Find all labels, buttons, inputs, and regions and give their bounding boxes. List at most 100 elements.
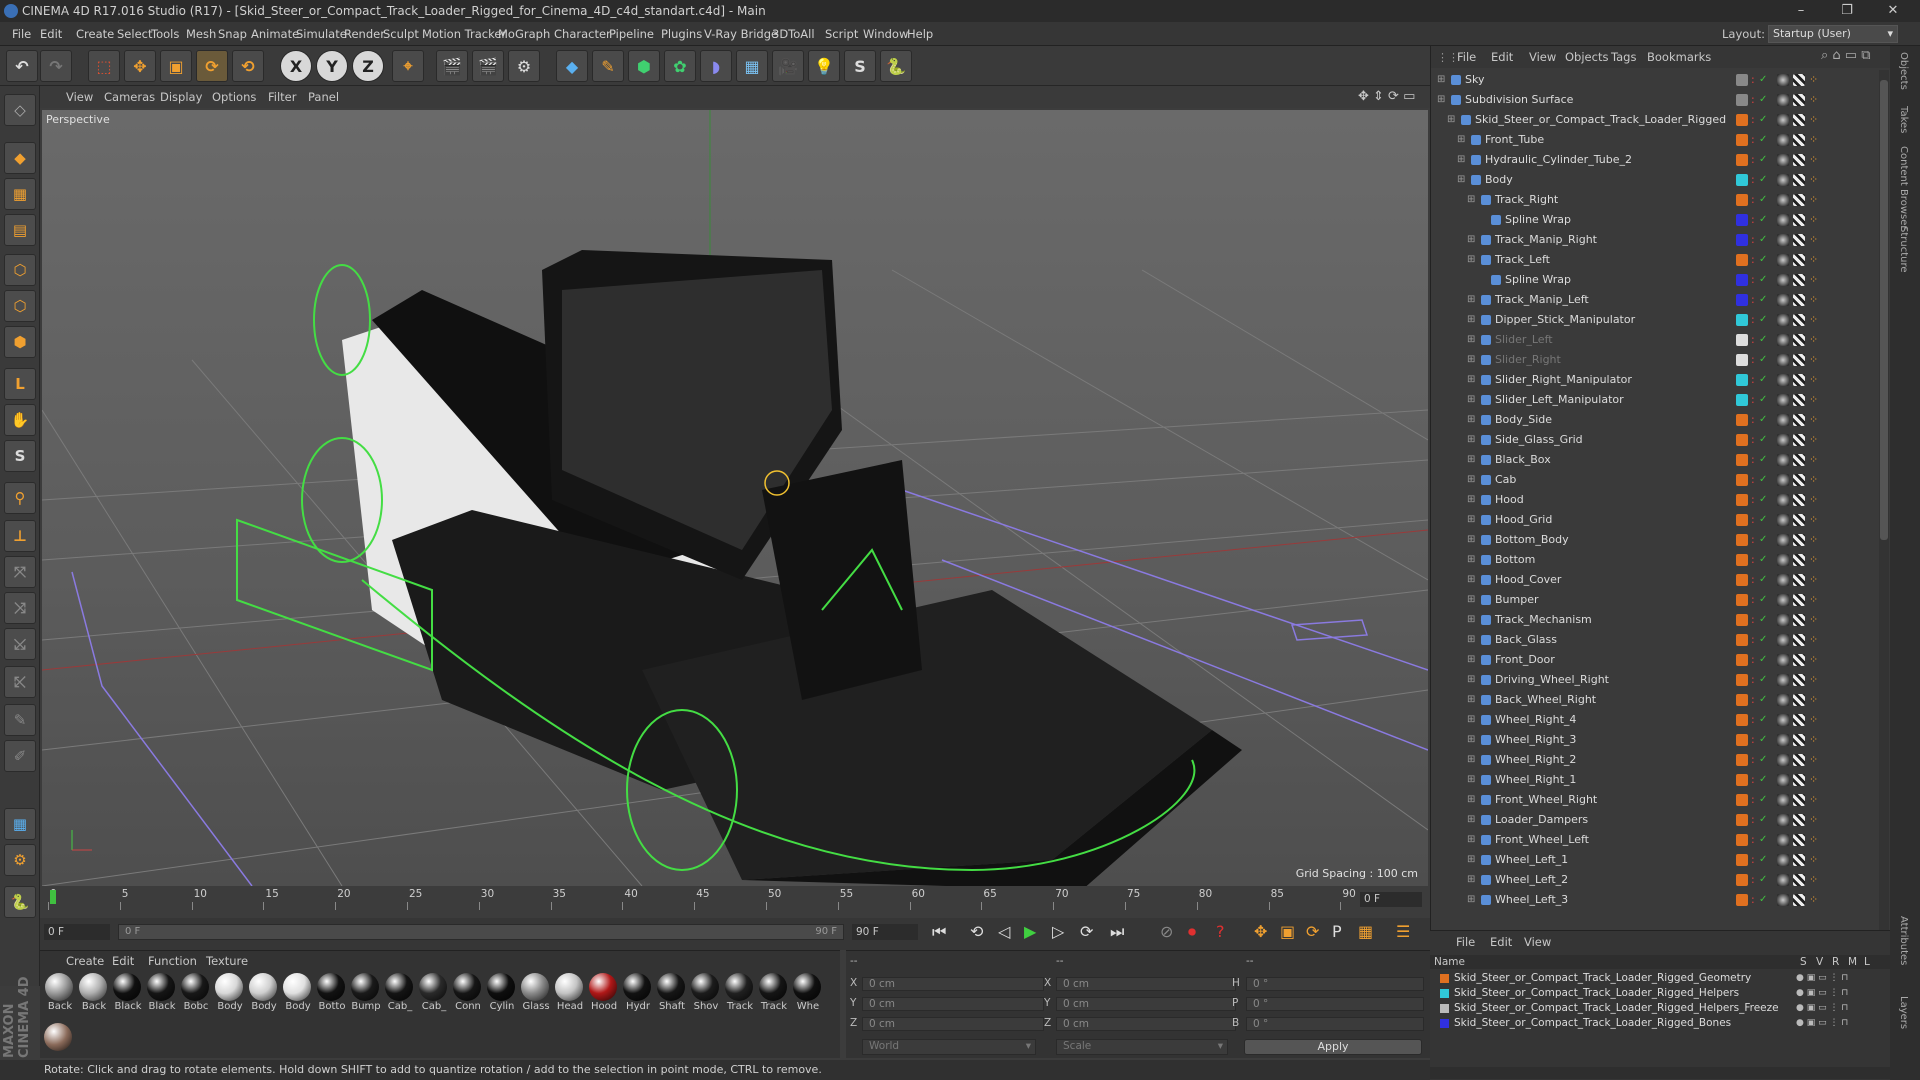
layer-toggle-icons[interactable]: ● ▣ ▭ ⋮ ⊓ — [1796, 1001, 1848, 1016]
rig-tag-icon[interactable]: ⁘ — [1809, 670, 1818, 690]
texture-tag-icon[interactable] — [1793, 114, 1805, 126]
material-tag-icon[interactable] — [1777, 254, 1789, 266]
enable-check-icon[interactable]: ✓ — [1759, 430, 1767, 450]
material-swatch[interactable]: Head — [554, 973, 584, 1021]
viewport-nav-icons[interactable]: ✥ ⇕ ⟳ ▭ — [1358, 89, 1415, 104]
visibility-dots-icon[interactable]: : — [1751, 430, 1755, 450]
object-row[interactable]: ⊞ Track_Manip_Right: ✓ ⁘ — [1431, 230, 1879, 250]
next-frame-icon[interactable]: ▷ — [1052, 922, 1064, 941]
enable-check-icon[interactable]: ✓ — [1759, 130, 1767, 150]
layer-color-swatch[interactable] — [1736, 774, 1748, 786]
size-mode-select[interactable]: Scale ▾ — [1056, 1039, 1228, 1055]
expand-icon[interactable]: ⊞ — [1467, 690, 1475, 710]
enable-check-icon[interactable]: ✓ — [1759, 550, 1767, 570]
rig-tag-icon[interactable]: ⁘ — [1809, 270, 1818, 290]
object-row[interactable]: ⊞ Cab: ✓ ⁘ — [1431, 470, 1879, 490]
texture-tag-icon[interactable] — [1793, 474, 1805, 486]
object-row[interactable]: ⊞ Bottom_Body: ✓ ⁘ — [1431, 530, 1879, 550]
enable-check-icon[interactable]: ✓ — [1759, 890, 1767, 910]
enable-check-icon[interactable]: ✓ — [1759, 590, 1767, 610]
layer-color-swatch[interactable] — [1736, 594, 1748, 606]
object-row[interactable]: ⊞ Front_Wheel_Left: ✓ ⁘ — [1431, 830, 1879, 850]
pos-x-field[interactable]: 0 cm — [862, 977, 1044, 991]
size-z-field[interactable]: 0 cm — [1056, 1017, 1236, 1031]
texture-tag-icon[interactable] — [1793, 494, 1805, 506]
material-swatch[interactable]: Back — [44, 973, 74, 1021]
texture-tag-icon[interactable] — [1793, 174, 1805, 186]
visibility-dots-icon[interactable]: : — [1751, 710, 1755, 730]
object-manager-scrollbar[interactable] — [1879, 70, 1889, 930]
undo-button[interactable]: ↶ — [6, 50, 38, 82]
texture-tag-icon[interactable] — [1793, 154, 1805, 166]
cube-object-button[interactable]: ◆ — [556, 50, 588, 82]
render-settings-button[interactable]: ⚙ — [508, 50, 540, 82]
layer-menu-edit[interactable]: Edit — [1490, 935, 1512, 949]
layer-color-swatch[interactable] — [1736, 574, 1748, 586]
close-button[interactable]: ✕ — [1870, 0, 1916, 22]
object-row[interactable]: ⊞ Back_Glass: ✓ ⁘ — [1431, 630, 1879, 650]
previous-key-icon[interactable]: ⟲ — [970, 922, 983, 941]
enable-check-icon[interactable]: ✓ — [1759, 270, 1767, 290]
layer-color-swatch[interactable] — [1736, 334, 1748, 346]
visibility-dots-icon[interactable]: : — [1751, 570, 1755, 590]
texture-tag-icon[interactable] — [1793, 854, 1805, 866]
rig-tag-icon[interactable]: ⁘ — [1809, 890, 1818, 910]
workplane-button[interactable]: ⊥ — [4, 520, 36, 552]
object-row[interactable]: ⊞ Dipper_Stick_Manipulator: ✓ ⁘ — [1431, 310, 1879, 330]
texture-tag-icon[interactable] — [1793, 454, 1805, 466]
rig-tag-icon[interactable]: ⁘ — [1809, 450, 1818, 470]
key-pla-icon[interactable]: ▦ — [1358, 922, 1373, 941]
material-swatch[interactable]: Whe — [792, 973, 822, 1021]
material-swatch[interactable]: Body — [282, 973, 312, 1021]
layer-color-swatch[interactable] — [1736, 854, 1748, 866]
layer-color-swatch[interactable] — [1736, 314, 1748, 326]
visibility-dots-icon[interactable]: : — [1751, 410, 1755, 430]
rig-tag-icon[interactable]: ⁘ — [1809, 650, 1818, 670]
object-row[interactable]: ⊞ Bumper: ✓ ⁘ — [1431, 590, 1879, 610]
rig-tag-icon[interactable]: ⁘ — [1809, 290, 1818, 310]
object-row[interactable]: ⊞ Side_Glass_Grid: ✓ ⁘ — [1431, 430, 1879, 450]
rotate-tool-button[interactable]: ⟳ — [196, 50, 228, 82]
rig-tag-icon[interactable]: ⁘ — [1809, 130, 1818, 150]
rig-tag-icon[interactable]: ⁘ — [1809, 190, 1818, 210]
layer-color-swatch[interactable] — [1736, 734, 1748, 746]
weight-tool-button[interactable]: ⤪ — [4, 666, 36, 698]
expand-icon[interactable]: ⊞ — [1457, 130, 1465, 150]
enable-check-icon[interactable]: ✓ — [1759, 110, 1767, 130]
ik-tool-button[interactable]: ⤨ — [4, 592, 36, 624]
visibility-dots-icon[interactable]: : — [1751, 530, 1755, 550]
expand-icon[interactable]: ⊞ — [1467, 770, 1475, 790]
expand-icon[interactable]: ⊞ — [1467, 190, 1475, 210]
rig-tag-icon[interactable]: ⁘ — [1809, 310, 1818, 330]
layer-color-swatch[interactable] — [1736, 174, 1748, 186]
rot-b-field[interactable]: 0 ° — [1246, 1017, 1424, 1031]
right-tab-attributes[interactable]: Attributes — [1898, 916, 1909, 965]
timeline-menu-icon[interactable]: ☰ — [1396, 922, 1410, 941]
rig-tag-icon[interactable]: ⁘ — [1809, 690, 1818, 710]
visibility-dots-icon[interactable]: : — [1751, 890, 1755, 910]
material-swatch[interactable]: Body — [214, 973, 244, 1021]
redo-button[interactable]: ↷ — [40, 50, 72, 82]
object-row[interactable]: ⊞ Wheel_Right_4: ✓ ⁘ — [1431, 710, 1879, 730]
enable-check-icon[interactable]: ✓ — [1759, 490, 1767, 510]
material-swatch[interactable]: Shov — [690, 973, 720, 1021]
material-tag-icon[interactable] — [1777, 674, 1789, 686]
expand-icon[interactable]: ⊞ — [1467, 390, 1475, 410]
material-swatch[interactable]: Black — [112, 973, 142, 1021]
object-row[interactable]: Spline Wrap: ✓ ⁘ — [1431, 210, 1879, 230]
object-row[interactable]: ⊞ Sky: ✓ ⁘ — [1431, 70, 1879, 90]
enable-check-icon[interactable]: ✓ — [1759, 250, 1767, 270]
visibility-dots-icon[interactable]: : — [1751, 310, 1755, 330]
enable-check-icon[interactable]: ✓ — [1759, 330, 1767, 350]
expand-icon[interactable]: ⊞ — [1467, 870, 1475, 890]
layer-row[interactable]: Skid_Steer_or_Compact_Track_Loader_Rigge… — [1430, 1001, 1890, 1016]
material-tag-icon[interactable] — [1777, 154, 1789, 166]
enable-check-icon[interactable]: ✓ — [1759, 570, 1767, 590]
texture-tag-icon[interactable] — [1793, 894, 1805, 906]
texture-tag-icon[interactable] — [1793, 834, 1805, 846]
right-tab-layers[interactable]: Layers — [1898, 996, 1909, 1029]
object-row[interactable]: ⊞ Wheel_Left_1: ✓ ⁘ — [1431, 850, 1879, 870]
layer-color-swatch[interactable] — [1736, 274, 1748, 286]
pos-y-field[interactable]: 0 cm — [862, 997, 1044, 1011]
layer-color-swatch[interactable] — [1736, 874, 1748, 886]
